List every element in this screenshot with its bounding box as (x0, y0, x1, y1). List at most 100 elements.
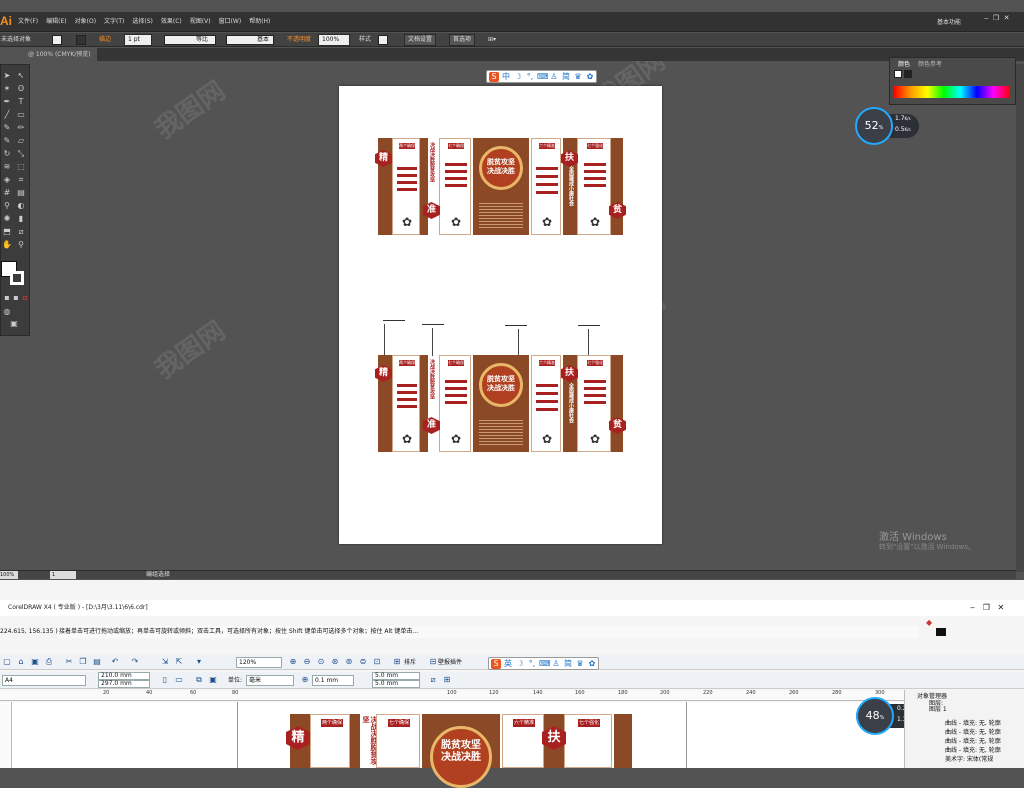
perspective-icon[interactable]: ⌗ (16, 175, 26, 185)
shape-builder-icon[interactable]: ◈ (2, 175, 12, 185)
minimize-icon[interactable]: ‒ (984, 14, 988, 22)
nudge-distance-input[interactable]: 0.1 mm (312, 675, 354, 686)
eraser-icon[interactable]: ▱ (16, 136, 26, 146)
save-icon[interactable]: ▣ (30, 657, 40, 667)
screen-mode-icon[interactable]: ▣ (9, 319, 19, 329)
paintbrush-icon[interactable]: ✎ (2, 123, 12, 133)
keyboard-icon[interactable]: ⌨ (539, 659, 551, 669)
document-tab[interactable]: @ 100% (CMYK/预览) (0, 48, 97, 61)
color-spectrum[interactable] (894, 86, 1010, 98)
stroke-label[interactable]: 描边 (99, 33, 111, 47)
graph-icon[interactable]: ▮ (16, 214, 26, 224)
zoom-page-icon[interactable]: ⊚ (344, 657, 354, 667)
rotate-icon[interactable]: ↻ (2, 149, 12, 159)
menu-file[interactable]: 文件(F) (14, 12, 42, 32)
object-item[interactable]: 美术字: 宋体(常规 (945, 754, 993, 763)
snap-icon[interactable]: ⊞ (392, 657, 402, 667)
copy-icon[interactable]: ❐ (78, 657, 88, 667)
voice-icon[interactable]: ♙ (549, 72, 559, 82)
object-item[interactable]: 曲线 - 填充: 无, 轮廓 (945, 718, 1001, 727)
redo-icon[interactable]: ↷ (130, 657, 140, 667)
line-tool-icon[interactable]: ╱ (2, 110, 12, 120)
options-icon[interactable]: ⊞ (442, 675, 452, 685)
current-page-icon[interactable]: ▣ (208, 675, 218, 685)
ime-logo-icon[interactable]: S (491, 659, 501, 669)
portrait-icon[interactable]: ▯ (160, 675, 170, 685)
object-item[interactable]: 曲线 - 填充: 无, 轮廓 (945, 745, 1001, 754)
opacity-input[interactable]: 100% (318, 34, 350, 46)
export-icon[interactable]: ⇱ (174, 657, 184, 667)
zoom-selected-icon[interactable]: ⊙ (316, 657, 326, 667)
blob-brush-icon[interactable]: ✎ (2, 136, 12, 146)
settings-icon[interactable]: ✿ (585, 72, 595, 82)
stroke-weight-input[interactable]: 1 pt (124, 34, 152, 46)
zoom-out-icon[interactable]: ⊖ (302, 657, 312, 667)
skin-icon[interactable]: ♛ (575, 659, 585, 669)
ime-mode-label[interactable]: 中 (501, 72, 511, 82)
duplicate-y-input[interactable]: 5.0 mm (372, 680, 420, 688)
vertical-scrollbar[interactable] (1016, 64, 1024, 572)
units-select[interactable]: 毫米 (246, 675, 294, 686)
variable-width-profile[interactable] (164, 35, 216, 45)
slice-icon[interactable]: ⧄ (16, 227, 26, 237)
menu-select[interactable]: 选择(S) (128, 12, 157, 32)
menu-object[interactable]: 对象(O) (71, 12, 100, 32)
open-icon[interactable]: ⌂ (16, 657, 26, 667)
menu-help[interactable]: 帮助(H) (245, 12, 274, 32)
drawing-canvas[interactable]: 两个确保 决战决胜脱贫攻坚 七个确保 脱贫攻坚 决战决胜 六个精准 七个强化 精… (12, 702, 904, 788)
opacity-label[interactable]: 不透明度 (287, 33, 311, 47)
zoom-in-icon[interactable]: ⊕ (288, 657, 298, 667)
undo-icon[interactable]: ↶ (110, 657, 120, 667)
settings-icon[interactable]: ✿ (587, 659, 597, 669)
type-tool-icon[interactable]: T (16, 97, 26, 107)
plugin-label[interactable]: 壁报插件 (438, 657, 462, 668)
ime-logo-icon[interactable]: S (489, 72, 499, 82)
display-board[interactable]: 两个确保 ✿ 决战决胜脱贫攻坚 七个确保 ✿ 脱贫攻坚 决战决胜 六个精准 ✿ … (375, 355, 626, 452)
magic-wand-icon[interactable]: ✶ (2, 84, 12, 94)
duplicate-x-input[interactable]: 5.0 mm (372, 672, 420, 680)
page-width-input[interactable]: 210.0 mm (98, 672, 150, 680)
arrange-icon[interactable]: ⊞▾ (488, 33, 496, 47)
artboard-icon[interactable]: ⬒ (2, 227, 12, 237)
close-icon[interactable]: ✕ (998, 603, 1005, 612)
landscape-icon[interactable]: ▭ (174, 675, 184, 685)
lasso-icon[interactable]: ʘ (16, 84, 26, 94)
outline-color-swatch[interactable] (936, 628, 946, 636)
menu-window[interactable]: 窗口(W) (215, 12, 246, 32)
menu-view[interactable]: 视图(V) (186, 12, 215, 32)
keyboard-icon[interactable]: ⌨ (537, 72, 549, 82)
workspace-switcher[interactable]: 基本功能 (937, 17, 961, 26)
eyedropper-icon[interactable]: ⚲ (2, 201, 12, 211)
zoom-level[interactable]: 120% (236, 657, 282, 668)
zoom-height-icon[interactable]: ⊡ (372, 657, 382, 667)
color-tab[interactable]: 颜色 (898, 59, 910, 68)
cpu-gauge[interactable]: 48% (856, 697, 894, 735)
zoom-width-icon[interactable]: ⊜ (358, 657, 368, 667)
restore-icon[interactable]: ❐ (983, 603, 990, 612)
app-launcher-icon[interactable]: ▾ (194, 657, 204, 667)
treat-as-filled-icon[interactable]: ⧄ (428, 675, 438, 685)
free-transform-icon[interactable]: ⬚ (16, 162, 26, 172)
menu-text[interactable]: 文字(T) (100, 12, 128, 32)
fill-swatch[interactable] (52, 35, 62, 45)
cut-icon[interactable]: ✂ (64, 657, 74, 667)
import-icon[interactable]: ⇲ (160, 657, 170, 667)
skin-icon[interactable]: ♛ (573, 72, 583, 82)
blend-icon[interactable]: ◐ (16, 201, 26, 211)
fill-swatch-icon[interactable] (894, 70, 902, 78)
paper-size-select[interactable]: A4 (2, 675, 86, 686)
scale-icon[interactable]: ⤡ (16, 149, 26, 159)
zoom-field[interactable]: 100% (0, 571, 18, 579)
object-item[interactable]: 曲线 - 填充: 无, 轮廓 (945, 736, 1001, 745)
draw-mode-icon[interactable]: ◍ (2, 307, 12, 317)
gradient-icon[interactable]: ▤ (16, 188, 26, 198)
selection-tool-icon[interactable]: ➤ (2, 71, 12, 81)
minimize-icon[interactable]: ‒ (970, 603, 975, 612)
restore-icon[interactable]: ❐ (993, 14, 999, 22)
new-icon[interactable]: ▢ (2, 657, 12, 667)
hand-icon[interactable]: ✋ (2, 240, 12, 250)
moon-icon[interactable]: ☽ (515, 659, 525, 669)
close-icon[interactable]: ✕ (1004, 14, 1010, 22)
stroke-swatch-icon[interactable] (904, 70, 912, 78)
page-height-input[interactable]: 297.0 mm (98, 680, 150, 688)
